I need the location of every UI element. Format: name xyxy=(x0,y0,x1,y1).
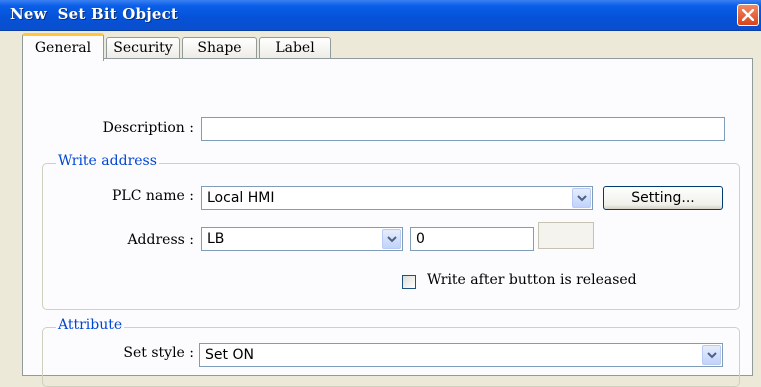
description-label: Description : xyxy=(102,120,194,136)
address-extra-field xyxy=(538,222,594,249)
description-input[interactable] xyxy=(201,117,725,141)
write-after-release-checkbox[interactable] xyxy=(402,275,416,289)
address-input[interactable]: 0 xyxy=(410,227,534,251)
write-address-title: Write address xyxy=(56,153,159,169)
plc-name-value: Local HMI xyxy=(207,190,275,206)
chevron-down-icon xyxy=(577,195,587,202)
set-style-label: Set style : xyxy=(123,345,194,361)
title-bar[interactable]: New Set Bit Object xyxy=(0,0,761,31)
set-style-select[interactable]: Set ON xyxy=(199,343,723,367)
tab-label[interactable]: Label xyxy=(259,37,331,59)
set-style-value: Set ON xyxy=(205,347,254,363)
write-after-release-label: Write after button is released xyxy=(427,272,637,288)
plc-name-select[interactable]: Local HMI xyxy=(201,186,593,210)
window-title: New Set Bit Object xyxy=(10,5,179,23)
close-icon xyxy=(742,9,754,21)
chevron-down-icon xyxy=(707,352,717,359)
tab-shape[interactable]: Shape xyxy=(182,37,257,59)
close-button[interactable] xyxy=(737,4,759,26)
set-style-dropdown-button[interactable] xyxy=(702,345,721,365)
tab-security[interactable]: Security xyxy=(106,37,180,59)
plc-name-label: PLC name : xyxy=(112,188,194,204)
address-device-value: LB xyxy=(207,231,225,247)
chevron-down-icon xyxy=(387,236,397,243)
address-device-select[interactable]: LB xyxy=(201,227,403,251)
address-label: Address : xyxy=(127,232,194,248)
attribute-title: Attribute xyxy=(56,317,125,333)
tab-general[interactable]: General xyxy=(22,33,104,61)
address-device-dropdown-button[interactable] xyxy=(382,229,401,249)
plc-name-dropdown-button[interactable] xyxy=(572,188,591,208)
setting-button[interactable]: Setting... xyxy=(603,186,723,210)
